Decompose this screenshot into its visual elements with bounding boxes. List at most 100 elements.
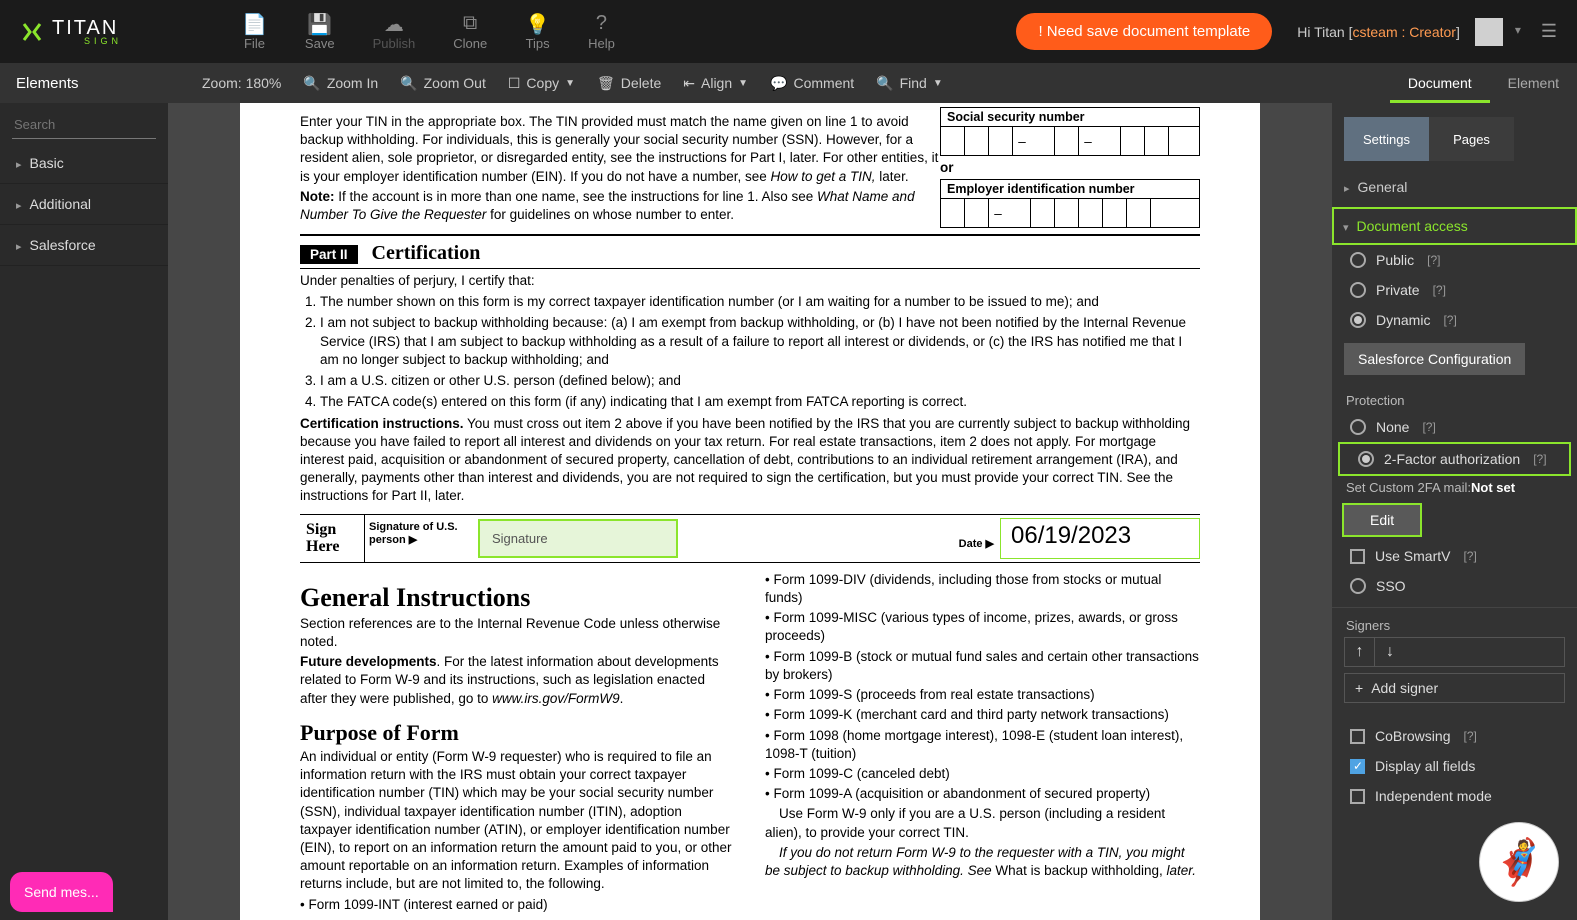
gi-heading: General Instructions: [300, 583, 735, 613]
top-action-publish[interactable]: ☁Publish: [373, 12, 416, 51]
signer-up-icon[interactable]: ↑: [1345, 638, 1375, 666]
protection-label: Protection: [1332, 383, 1577, 412]
cert-instructions: Certification instructions. You must cro…: [300, 415, 1200, 506]
bullet-item: • Form 1099-C (canceled debt): [765, 765, 1200, 783]
gi-text: Section references are to the Internal R…: [300, 615, 735, 651]
radio-none[interactable]: None[?]: [1332, 412, 1577, 442]
date-label: Date ▶: [959, 515, 1000, 562]
signers-label: Signers: [1332, 607, 1577, 637]
cert-list: The number shown on this form is my corr…: [320, 293, 1200, 411]
copy-button[interactable]: ☐Copy▼: [508, 75, 575, 92]
checkbox-smartv[interactable]: Use SmartV[?]: [1332, 541, 1577, 571]
bullet-item: • Form 1098 (home mortgage interest), 10…: [765, 727, 1200, 763]
checkbox-cobrowsing[interactable]: CoBrowsing[?]: [1332, 721, 1577, 751]
send-message-button[interactable]: Send mes...: [10, 872, 113, 912]
top-action-label: Save: [305, 36, 335, 51]
delete-button[interactable]: 🗑Delete: [597, 75, 661, 92]
canvas[interactable]: Social security number – – or Employer i…: [168, 103, 1332, 920]
future-dev: Future developments. For the latest info…: [300, 653, 735, 708]
checkbox-independent[interactable]: Independent mode: [1332, 781, 1577, 811]
zoom-in-button[interactable]: 🔍 Zoom In: [303, 75, 378, 92]
radio-private[interactable]: Private[?]: [1332, 275, 1577, 305]
zoom-out-button[interactable]: 🔍Zoom Out: [400, 75, 486, 92]
menu-icon[interactable]: ☰: [1541, 21, 1557, 42]
search-input[interactable]: [12, 111, 192, 138]
bullet-item: • Form 1099-S (proceeds from real estate…: [765, 686, 1200, 704]
cb-label: Use SmartV: [1375, 548, 1450, 564]
mascot-icon[interactable]: 🦸: [1479, 822, 1559, 902]
add-signer-button[interactable]: +Add signer: [1344, 673, 1565, 703]
use-text: Use Form W-9 only if you are a U.S. pers…: [765, 805, 1200, 841]
zoom-in-label: Zoom In: [327, 75, 378, 91]
avatar[interactable]: [1475, 18, 1503, 46]
signature-field[interactable]: Signature: [478, 519, 678, 558]
copy-icon: ☐: [508, 75, 521, 92]
signature-of-label: Signature of U.S. person ▶: [364, 515, 474, 562]
cb-label: Independent mode: [1375, 788, 1492, 804]
save-banner-button[interactable]: ! Need save document template: [1016, 13, 1272, 50]
radio-sso[interactable]: SSO: [1332, 571, 1577, 601]
top-action-label: File: [244, 36, 265, 51]
date-field[interactable]: 06/19/2023: [1000, 518, 1200, 559]
align-button[interactable]: ⇤Align▼: [683, 75, 748, 92]
signer-down-icon[interactable]: ↓: [1375, 638, 1405, 666]
top-action-tips[interactable]: 💡Tips: [525, 12, 550, 51]
tab-element[interactable]: Element: [1490, 63, 1577, 103]
save-icon: 💾: [305, 12, 335, 36]
top-action-help[interactable]: ?Help: [588, 12, 615, 51]
find-button[interactable]: 🔍Find▼: [876, 75, 943, 92]
sidebar-item-basic[interactable]: Basic: [0, 143, 168, 184]
bullet-item: • Form 1099-A (acquisition or abandonmen…: [765, 785, 1200, 803]
comment-icon: 💬: [770, 75, 787, 92]
salesforce-config-button[interactable]: Salesforce Configuration: [1344, 343, 1525, 375]
comment-label: Comment: [793, 75, 854, 91]
radio-public[interactable]: Public[?]: [1332, 245, 1577, 275]
bullet-item: • Form 1099-DIV (dividends, including th…: [765, 571, 1200, 607]
comment-button[interactable]: 💬 Comment: [770, 75, 854, 92]
custom-2fa-line: Set Custom 2FA mail:Not set: [1332, 476, 1577, 499]
top-action-file[interactable]: 📄File: [242, 12, 267, 51]
tips-icon: 💡: [525, 12, 550, 36]
top-action-label: Help: [588, 36, 615, 51]
ssn-label: Social security number: [941, 108, 1199, 127]
tin-boxes: Social security number – – or Employer i…: [940, 107, 1200, 228]
radio-label: None: [1376, 419, 1409, 435]
bullet-item: • Form 1099-K (merchant card and third p…: [765, 706, 1200, 724]
brand-logo: TITAN SIGN: [20, 17, 122, 46]
zoom-in-icon: 🔍: [303, 75, 320, 92]
sidebar-item-salesforce[interactable]: Salesforce: [0, 225, 168, 266]
cert-item: I am a U.S. citizen or other U.S. person…: [320, 372, 1200, 390]
cb-label: Display all fields: [1375, 758, 1475, 774]
publish-icon: ☁: [373, 12, 416, 36]
bullet-item: • Form 1099-INT (interest earned or paid…: [300, 896, 735, 914]
panel-tab-settings[interactable]: Settings: [1344, 117, 1429, 161]
document-page: Social security number – – or Employer i…: [240, 103, 1260, 920]
cb-label: CoBrowsing: [1375, 728, 1450, 744]
top-action-clone[interactable]: ⧉Clone: [453, 12, 487, 51]
radio-label: Dynamic: [1376, 312, 1430, 328]
copy-label: Copy: [526, 75, 559, 91]
zoom-out-label: Zoom Out: [424, 75, 486, 91]
sign-here-label: Sign Here: [300, 515, 364, 562]
bullet-item: • Form 1099-B (stock or mutual fund sale…: [765, 648, 1200, 684]
logo-mark-icon: [20, 20, 44, 44]
top-action-save[interactable]: 💾Save: [305, 12, 335, 51]
edit-button[interactable]: Edit: [1344, 505, 1420, 535]
checkbox-display-all[interactable]: Display all fields: [1332, 751, 1577, 781]
sign-row: Sign Here Signature of U.S. person ▶ Sig…: [300, 514, 1200, 563]
italic-warning: If you do not return Form W-9 to the req…: [765, 844, 1200, 880]
bullet-item: • Form 1099-MISC (various types of incom…: [765, 609, 1200, 645]
panel-tab-pages[interactable]: Pages: [1429, 117, 1514, 161]
tab-document[interactable]: Document: [1390, 63, 1490, 103]
cert-item: The FATCA code(s) entered on this form (…: [320, 393, 1200, 411]
radio-dynamic[interactable]: Dynamic[?]: [1332, 305, 1577, 335]
radio-label: Public: [1376, 252, 1414, 268]
help-icon: ?: [588, 12, 615, 36]
brand-sub: SIGN: [84, 36, 122, 46]
radio-2fa[interactable]: 2-Factor authorization[?]: [1340, 444, 1569, 474]
radio-label: SSO: [1376, 578, 1406, 594]
section-general[interactable]: General: [1332, 167, 1577, 207]
part2-header: Part IICertification: [300, 242, 1200, 265]
section-document-access[interactable]: Document access: [1334, 209, 1575, 243]
sidebar-item-additional[interactable]: Additional: [0, 184, 168, 225]
